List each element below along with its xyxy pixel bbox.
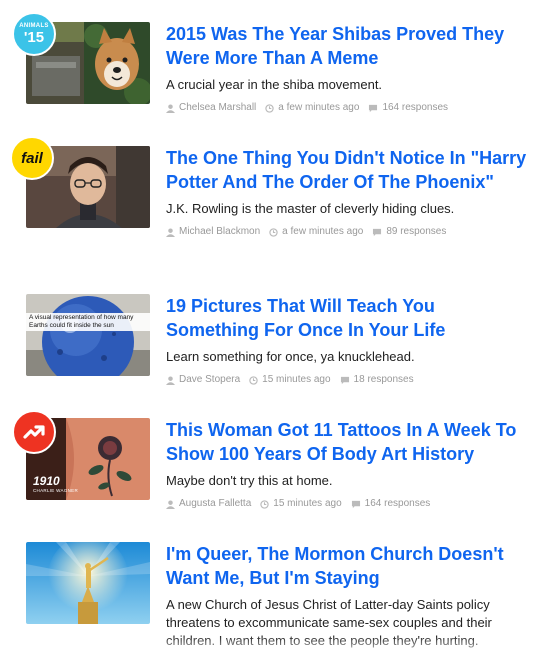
user-icon <box>166 103 175 113</box>
badge-label: fail <box>21 149 43 167</box>
clock-icon <box>265 103 274 113</box>
author-link[interactable]: Augusta Falletta <box>179 497 251 511</box>
animals-15-badge: ANIMALS '15 <box>12 12 56 56</box>
responses-link[interactable]: 164 responses <box>382 101 448 115</box>
time-label: a few minutes ago <box>278 102 360 113</box>
comment-icon <box>340 376 349 384</box>
article-headline[interactable]: 2015 Was The Year Shibas Proved They Wer… <box>166 22 531 70</box>
thumbnail-caption: A visual representation of how many Eart… <box>26 313 150 331</box>
responses: 89 responses <box>372 225 446 239</box>
trending-badge <box>12 410 56 454</box>
time-label: a few minutes ago <box>282 226 364 237</box>
author-link[interactable]: Dave Stopera <box>179 373 240 387</box>
fail-badge: fail <box>10 136 54 180</box>
article-description: Learn something for once, ya knucklehead… <box>166 349 415 364</box>
responses-link[interactable]: 89 responses <box>386 225 446 239</box>
thumbnail-caption-year: 1910 <box>33 474 60 488</box>
article-meta: Dave Stopera 15 minutes ago 18 responses <box>166 373 531 387</box>
bottom-fade <box>0 636 543 658</box>
article-meta: Chelsea Marshall a few minutes ago 164 r… <box>166 101 531 115</box>
user-icon <box>166 375 175 385</box>
comment-icon <box>369 104 378 112</box>
author-link[interactable]: Chelsea Marshall <box>179 101 256 115</box>
badge-line2: '15 <box>23 29 45 46</box>
byline: Augusta Falletta <box>166 497 251 511</box>
time-label: 15 minutes ago <box>273 498 342 509</box>
article-meta: Michael Blackmon a few minutes ago 89 re… <box>166 225 531 239</box>
comment-icon <box>373 228 382 236</box>
clock-icon <box>249 375 258 385</box>
angel-moroni-statue-photo-icon <box>26 542 150 624</box>
article-thumbnail[interactable]: A visual representation of how many Eart… <box>26 294 150 376</box>
article-headline[interactable]: The One Thing You Didn't Notice In "Harr… <box>166 146 531 194</box>
article-headline[interactable]: This Woman Got 11 Tattoos In A Week To S… <box>166 418 531 466</box>
article-description: Maybe don't try this at home. <box>166 473 333 488</box>
timestamp: a few minutes ago <box>265 101 359 115</box>
responses-link[interactable]: 164 responses <box>365 497 431 511</box>
article-text: 2015 Was The Year Shibas Proved They Wer… <box>166 22 531 115</box>
article-thumbnail[interactable] <box>26 542 150 624</box>
article-text: 19 Pictures That Will Teach You Somethin… <box>166 294 531 387</box>
byline: Dave Stopera <box>166 373 240 387</box>
article-description: A crucial year in the shiba movement. <box>166 77 383 92</box>
byline: Chelsea Marshall <box>166 101 256 115</box>
article-headline[interactable]: I'm Queer, The Mormon Church Doesn't Wan… <box>166 542 531 590</box>
responses: 164 responses <box>368 101 448 115</box>
timestamp: a few minutes ago <box>269 225 363 239</box>
clock-icon <box>260 499 269 509</box>
responses: 18 responses <box>340 373 414 387</box>
thumbnail-caption-artist: CHARLIE WAGNER <box>33 488 79 493</box>
timestamp: 15 minutes ago <box>260 497 342 511</box>
byline: Michael Blackmon <box>166 225 260 239</box>
comment-icon <box>351 500 360 508</box>
article-description: J.K. Rowling is the master of cleverly h… <box>166 201 455 216</box>
user-icon <box>166 499 175 509</box>
author-link[interactable]: Michael Blackmon <box>179 225 260 239</box>
article-text: This Woman Got 11 Tattoos In A Week To S… <box>166 418 531 511</box>
timestamp: 15 minutes ago <box>249 373 331 387</box>
time-label: 15 minutes ago <box>262 374 331 385</box>
article-text: The One Thing You Didn't Notice In "Harr… <box>166 146 531 239</box>
responses-link[interactable]: 18 responses <box>354 373 414 387</box>
trending-arrow-icon <box>23 425 45 439</box>
article-text: I'm Queer, The Mormon Church Doesn't Wan… <box>166 542 531 650</box>
responses: 164 responses <box>351 497 431 511</box>
user-icon <box>166 227 175 237</box>
earths-sphere-photo-icon <box>26 294 150 376</box>
clock-icon <box>269 227 278 237</box>
article-meta: Augusta Falletta 15 minutes ago 164 resp… <box>166 497 531 511</box>
article-headline[interactable]: 19 Pictures That Will Teach You Somethin… <box>166 294 531 342</box>
